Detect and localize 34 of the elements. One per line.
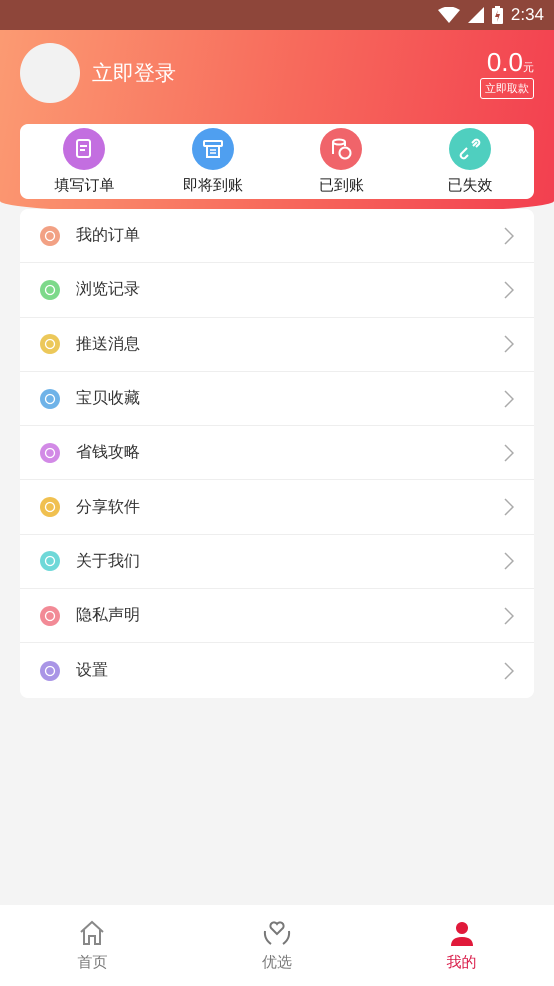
chevron-right-icon xyxy=(504,606,514,625)
balance-amount: 0.0 xyxy=(486,47,523,78)
nav-tab[interactable]: 我的 xyxy=(369,905,554,986)
chevron-right-icon xyxy=(504,390,514,408)
menu-item[interactable]: 设置 xyxy=(20,643,534,698)
menu-item[interactable]: 宝贝收藏 xyxy=(20,372,534,426)
heart-hands-icon xyxy=(261,919,293,947)
wifi-icon xyxy=(438,7,460,23)
chevron-right-icon xyxy=(504,662,514,680)
menu-item[interactable]: 推送消息 xyxy=(20,318,534,372)
withdraw-button[interactable]: 立即取款 xyxy=(480,78,534,99)
chevron-right-icon xyxy=(504,280,514,299)
status-time: 2:34 xyxy=(510,5,544,25)
nav-tab[interactable]: 首页 xyxy=(0,905,185,986)
menu-item[interactable]: 浏览记录 xyxy=(20,263,534,318)
order-status-button[interactable]: 已失效 xyxy=(406,124,534,199)
chevron-right-icon xyxy=(504,498,514,516)
currency-label: 元 xyxy=(523,60,534,75)
battery-icon xyxy=(492,6,503,24)
chevron-right-icon xyxy=(504,335,514,354)
menu-item[interactable]: 关于我们 xyxy=(20,534,534,590)
chevron-right-icon xyxy=(504,226,514,245)
order-status-button[interactable]: 填写订单 xyxy=(20,124,148,199)
chevron-right-icon xyxy=(504,444,514,462)
menu-item[interactable]: 省钱攻略 xyxy=(20,426,534,480)
nav-tab[interactable]: 优选 xyxy=(184,905,370,986)
chevron-right-icon xyxy=(504,552,514,570)
menu-item[interactable]: 分享软件 xyxy=(20,480,534,535)
order-status-button[interactable]: 即将到账 xyxy=(148,124,277,199)
order-status-button[interactable]: 已到账 xyxy=(277,124,406,199)
signal-icon xyxy=(468,7,484,23)
home-icon xyxy=(78,919,106,947)
menu-item[interactable]: 隐私声明 xyxy=(20,589,534,644)
menu-item[interactable]: 我的订单 xyxy=(20,209,534,264)
